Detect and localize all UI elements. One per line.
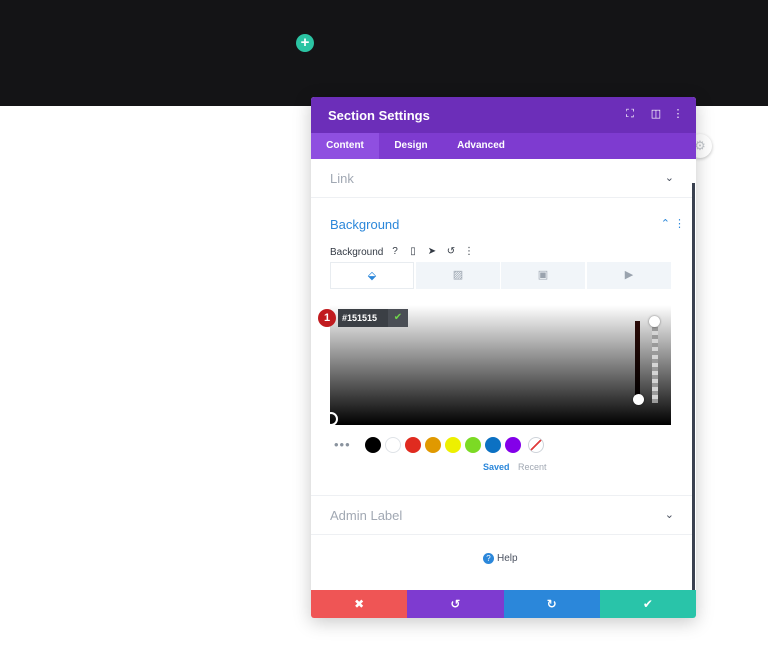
modal-tabs: Content Design Advanced (311, 133, 696, 159)
recent-tab[interactable]: Recent (518, 462, 547, 472)
modal-title: Section Settings (328, 108, 430, 123)
background-field-label: Background (330, 247, 384, 258)
gradient-icon[interactable]: ▨ (416, 262, 500, 289)
chevron-up-icon[interactable]: ⌃ (661, 217, 670, 230)
more-swatches-icon[interactable]: ••• (334, 437, 351, 452)
tab-content[interactable]: Content (311, 133, 379, 159)
plus-icon: + (300, 34, 310, 51)
hex-value: #151515 (342, 313, 378, 323)
cancel-button[interactable]: ✖ (311, 590, 408, 618)
close-icon: ✖ (354, 597, 365, 611)
swatch-green[interactable] (465, 437, 481, 453)
swatch-none-icon[interactable] (528, 437, 544, 453)
page-header-band (0, 0, 768, 106)
help-icon: ? (483, 553, 494, 564)
swatch-red[interactable] (405, 437, 421, 453)
more-icon[interactable]: ⋮ (462, 245, 476, 259)
split-view-icon[interactable]: ◫ (649, 107, 663, 121)
admin-label-title: Admin Label (330, 508, 403, 523)
section-settings-modal: Section Settings ⛶ ◫ ⋮ Content Design Ad… (311, 97, 696, 618)
check-icon: ✔ (642, 597, 653, 611)
hex-input[interactable]: #151515 ✔ (338, 309, 408, 327)
picker-cursor[interactable] (324, 412, 338, 426)
undo-icon: ↺ (450, 597, 461, 611)
help-label: Help (497, 553, 518, 564)
add-section-button[interactable]: + (296, 34, 314, 52)
admin-label-toggle[interactable]: Admin Label ⌄ (311, 495, 692, 535)
background-title[interactable]: Background (330, 217, 399, 232)
hover-cursor-icon[interactable]: ➤ (425, 245, 439, 259)
scrollbar[interactable] (692, 183, 695, 590)
redo-button[interactable]: ↻ (503, 590, 600, 618)
hue-slider-handle[interactable] (633, 394, 644, 405)
modal-header: Section Settings ⛶ ◫ ⋮ (311, 97, 696, 133)
color-swatches: ••• (330, 435, 671, 455)
swatch-black[interactable] (365, 437, 381, 453)
color-picker-area[interactable]: #151515 ✔ 1 (318, 305, 671, 426)
redo-icon: ↻ (546, 597, 557, 611)
reset-icon[interactable]: ↺ (444, 245, 458, 259)
modal-body: Link ⌄ Background ⌃ ⋮ Background ? ▯ ➤ ↺… (311, 159, 696, 590)
chevron-down-icon: ⌄ (664, 509, 674, 521)
chevron-down-icon: ⌄ (664, 172, 674, 184)
more-vertical-icon[interactable]: ⋮ (671, 107, 685, 121)
color-fill-icon[interactable]: ⬙ (330, 262, 414, 289)
swatch-orange[interactable] (425, 437, 441, 453)
undo-button[interactable]: ↺ (407, 590, 504, 618)
check-icon[interactable]: ✔ (388, 309, 408, 327)
more-vertical-icon[interactable]: ⋮ (674, 217, 685, 230)
image-icon[interactable]: ▣ (501, 262, 585, 289)
help-icon[interactable]: ? (388, 245, 402, 259)
link-toggle[interactable]: Link ⌄ (311, 159, 692, 198)
opacity-slider[interactable] (652, 319, 658, 403)
swatch-yellow[interactable] (445, 437, 461, 453)
tab-design[interactable]: Design (379, 133, 443, 159)
mobile-icon[interactable]: ▯ (406, 245, 420, 259)
swatch-purple[interactable] (505, 437, 521, 453)
step-marker: 1 (318, 309, 336, 327)
saved-tab[interactable]: Saved (483, 462, 510, 472)
opacity-slider-handle[interactable] (649, 316, 660, 327)
modal-footer: ✖ ↺ ↻ ✔ (311, 590, 696, 618)
video-icon[interactable]: ▶ (587, 262, 671, 289)
swatch-white[interactable] (385, 437, 401, 453)
save-button[interactable]: ✔ (599, 590, 696, 618)
hue-slider[interactable] (635, 321, 640, 403)
expand-icon[interactable]: ⛶ (623, 107, 637, 121)
link-title: Link (330, 171, 354, 186)
background-type-tabs: ⬙ ▨ ▣ ▶ (330, 262, 671, 290)
swatch-blue[interactable] (485, 437, 501, 453)
tab-advanced[interactable]: Advanced (443, 133, 519, 159)
help-link[interactable]: ? Help (483, 553, 518, 564)
